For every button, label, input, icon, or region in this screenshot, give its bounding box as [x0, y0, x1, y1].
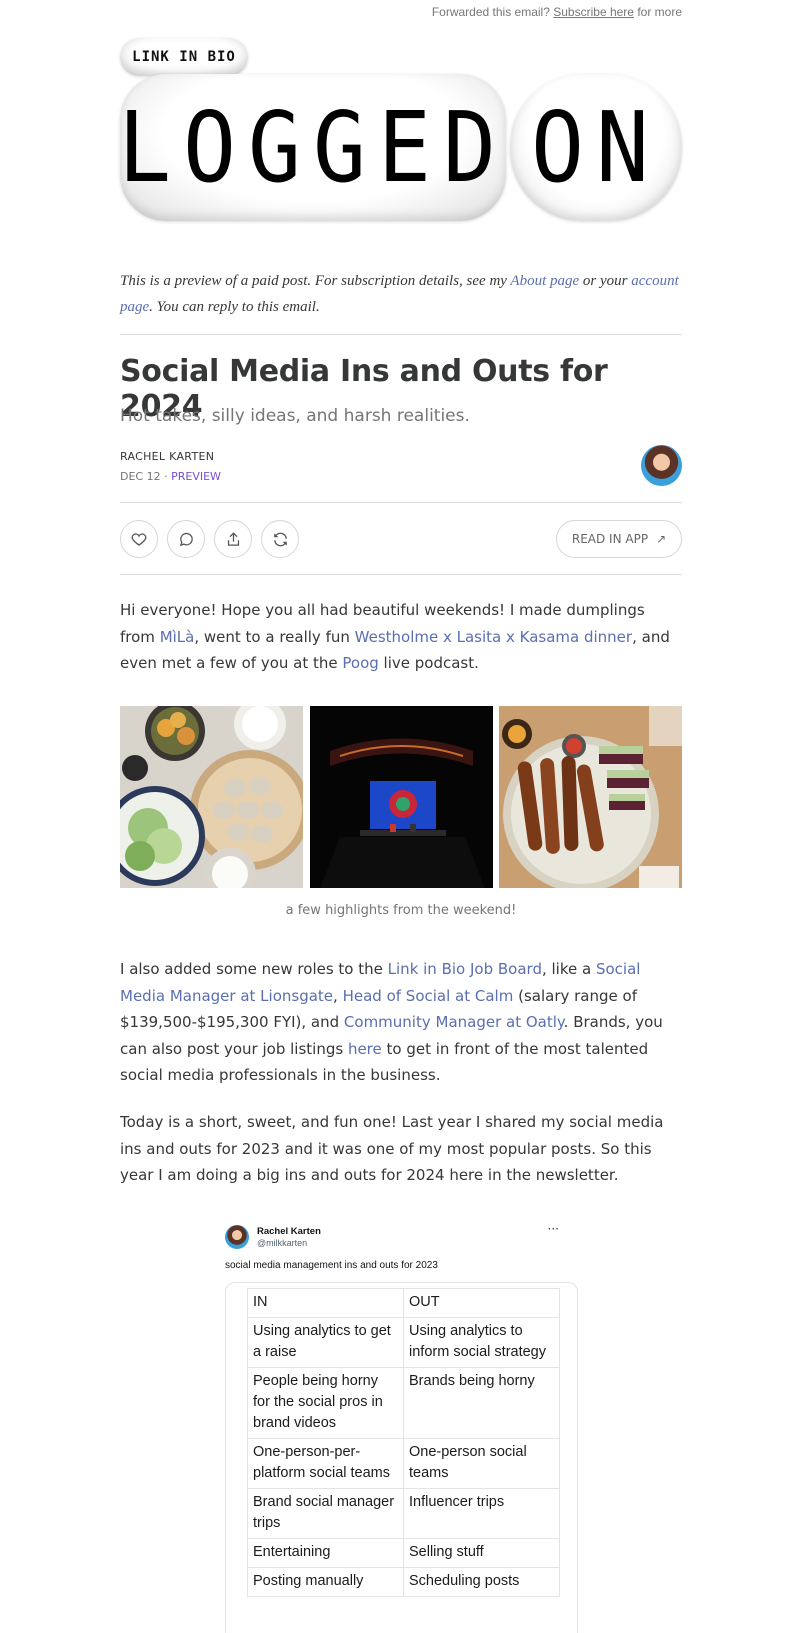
share-icon: [227, 531, 239, 546]
table-cell: Entertaining: [247, 1538, 404, 1568]
author-name[interactable]: RACHEL KARTEN: [120, 450, 682, 463]
poog-podcast-photo[interactable]: [310, 706, 493, 888]
table-row: Brand social manager trips Influencer tr…: [247, 1488, 560, 1539]
poog-link[interactable]: Poog: [342, 654, 378, 672]
post-subtitle: Hot takes, silly ideas, and harsh realit…: [120, 406, 470, 426]
table-cell: Selling stuff: [403, 1538, 560, 1568]
table-header-out: OUT: [403, 1288, 560, 1318]
table-cell: One-person social teams: [403, 1438, 560, 1489]
forwarded-bar: Forwarded this email? Subscribe here for…: [0, 5, 682, 19]
logo-pill-logged: LOGGED: [118, 74, 508, 221]
photo-gallery: [120, 706, 682, 888]
table-row: Posting manually Scheduling posts: [247, 1567, 560, 1597]
logo-word-logged: LOGGED: [118, 90, 508, 205]
logo-pill-on: ON: [510, 74, 682, 221]
job-board-paragraph: I also added some new roles to the Link …: [120, 956, 682, 1089]
table-cell: Using analytics to get a raise: [247, 1317, 404, 1368]
divider: [120, 574, 682, 575]
dinner-link[interactable]: Westholme x Lasita x Kasama dinner: [355, 628, 632, 646]
read-in-app-button[interactable]: READ IN APP ↗: [556, 520, 682, 558]
comment-button[interactable]: [167, 520, 205, 558]
job-board-link[interactable]: Link in Bio Job Board: [388, 960, 542, 978]
newsletter-logo[interactable]: LINK IN BIO LOGGED ON: [118, 38, 682, 223]
oatly-job-link[interactable]: Community Manager at Oatly: [344, 1013, 564, 1031]
ins-outs-table: IN OUT Using analytics to get a raise Us…: [247, 1288, 560, 1597]
tweet-avatar: [225, 1225, 249, 1249]
restack-icon: [273, 532, 287, 546]
mila-link[interactable]: MìLà: [160, 628, 195, 646]
calm-job-link[interactable]: Head of Social at Calm: [343, 987, 514, 1005]
table-cell: Posting manually: [247, 1567, 404, 1597]
author-avatar[interactable]: [641, 445, 682, 486]
table-cell: One-person-per-platform social teams: [247, 1438, 404, 1489]
like-button[interactable]: [120, 520, 158, 558]
table-row: One-person-per-platform social teams One…: [247, 1438, 560, 1489]
post-actions: READ IN APP ↗: [120, 520, 682, 560]
divider: [120, 502, 682, 503]
body-text: , like a: [541, 960, 596, 978]
preview-note-text: . You can reply to this email.: [149, 299, 320, 315]
dinner-photo[interactable]: [499, 706, 682, 888]
dumplings-photo[interactable]: [120, 706, 303, 888]
logo-word-on: ON: [531, 90, 661, 205]
preview-badge: PREVIEW: [171, 470, 221, 483]
more-options-icon: ···: [547, 1222, 559, 1236]
table-header-row: IN OUT: [247, 1288, 560, 1318]
table-row: Using analytics to get a raise Using ana…: [247, 1317, 560, 1368]
logo-pill-link-in-bio: LINK IN BIO: [120, 38, 248, 76]
post-job-link[interactable]: here: [348, 1040, 382, 1058]
table-cell: Brands being horny: [403, 1367, 560, 1439]
restack-button[interactable]: [261, 520, 299, 558]
body-text: ,: [333, 986, 343, 1005]
table-cell: Using analytics to inform social strateg…: [403, 1317, 560, 1368]
table-cell: Influencer trips: [403, 1488, 560, 1539]
table-row: Entertaining Selling stuff: [247, 1538, 560, 1568]
table-cell: People being horny for the social pros i…: [247, 1367, 404, 1439]
tweet-author-handle: @milkkarten: [257, 1238, 308, 1248]
table-row: People being horny for the social pros i…: [247, 1367, 560, 1439]
body-text: live podcast.: [378, 654, 479, 672]
forwarded-text: Forwarded this email?: [431, 5, 550, 19]
tweet-text: social media management ins and outs for…: [225, 1260, 438, 1271]
dateline-separator: ·: [164, 470, 168, 483]
table-header-in: IN: [247, 1288, 404, 1318]
heart-icon: [131, 533, 147, 546]
table-cell: Scheduling posts: [403, 1567, 560, 1597]
intro-paragraph: Hi everyone! Hope you all had beautiful …: [120, 597, 682, 677]
body-text: , went to a really fun: [194, 627, 355, 646]
divider: [120, 334, 682, 335]
about-page-link[interactable]: About page: [510, 273, 579, 289]
post-date: DEC 12: [120, 470, 161, 483]
share-button[interactable]: [214, 520, 252, 558]
preview-note-text: This is a preview of a paid post. For su…: [120, 273, 511, 289]
post-dateline: DEC 12 · PREVIEW: [120, 470, 682, 483]
body-text: I also added some new roles to the: [120, 960, 388, 978]
intro-ins-outs-paragraph: Today is a short, sweet, and fun one! La…: [120, 1113, 664, 1184]
preview-note-text: or your: [579, 273, 632, 289]
table-cell: Brand social manager trips: [247, 1488, 404, 1539]
tweet-author-name: Rachel Karten: [257, 1226, 321, 1237]
arrow-up-right-icon: ↗: [656, 532, 667, 546]
gallery-caption: a few highlights from the weekend!: [285, 903, 517, 918]
comment-icon: [179, 532, 193, 546]
read-in-app-label: READ IN APP: [571, 532, 649, 546]
forwarded-suffix: for more: [637, 5, 682, 19]
paid-preview-note: This is a preview of a paid post. For su…: [120, 268, 682, 320]
subscribe-link[interactable]: Subscribe here: [553, 5, 634, 19]
logo-small-text: LINK IN BIO: [132, 49, 236, 65]
